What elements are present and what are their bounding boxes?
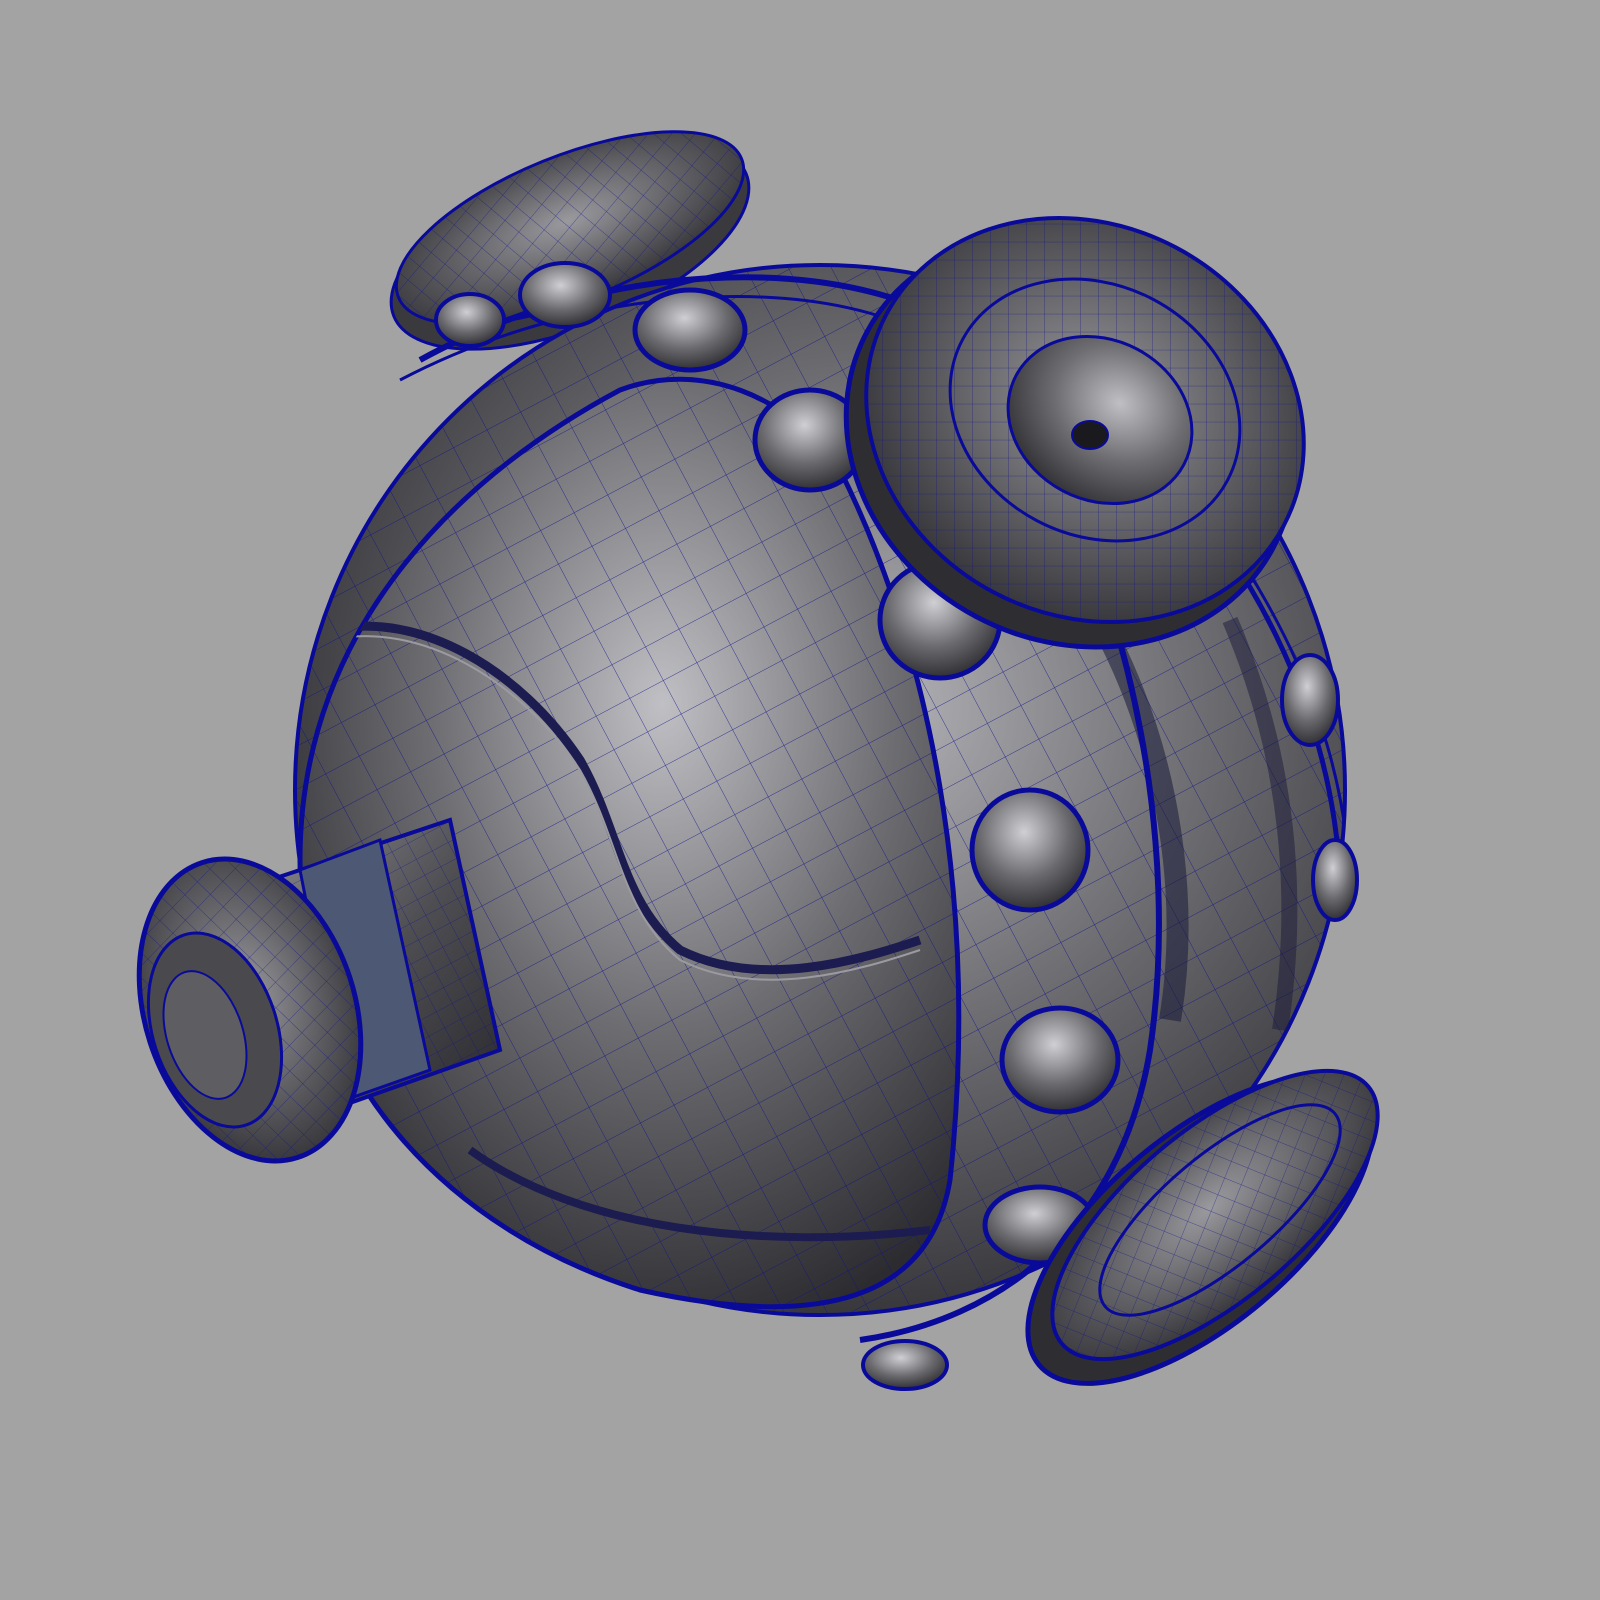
- stud: [518, 261, 612, 329]
- stud: [861, 1339, 949, 1391]
- stud: [1280, 653, 1340, 747]
- model-render: [136, 130, 1380, 1391]
- stud: [632, 287, 748, 373]
- stud: [1311, 838, 1359, 922]
- stud: [434, 292, 506, 348]
- stud: [969, 787, 1091, 913]
- 3d-viewport[interactable]: [0, 0, 1600, 1600]
- stud: [999, 1005, 1121, 1115]
